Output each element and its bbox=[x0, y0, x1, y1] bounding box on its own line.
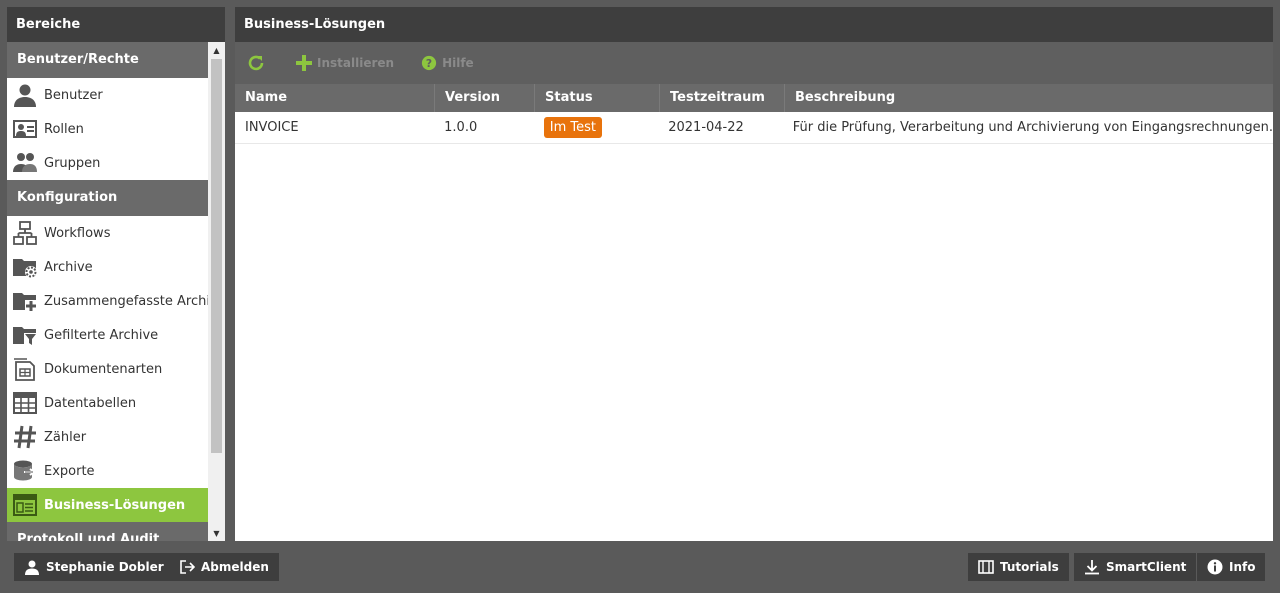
nav-item-gefilterte-archive[interactable]: Gefilterte Archive bbox=[7, 318, 208, 352]
nav-item-label: Zähler bbox=[44, 429, 87, 445]
section-header-config[interactable]: Konfiguration bbox=[7, 180, 208, 216]
info-label: Info bbox=[1229, 560, 1256, 574]
database-export-icon bbox=[12, 458, 38, 484]
nav-item-label: Datentabellen bbox=[44, 395, 137, 411]
help-button[interactable]: ? Hilfe bbox=[420, 54, 474, 72]
main-panel: Business-Lösungen Installieren ? Hilfe N… bbox=[235, 7, 1273, 541]
nav-item-label: Gefilterte Archive bbox=[44, 327, 159, 343]
info-icon bbox=[1207, 559, 1223, 575]
nav-item-datentabellen[interactable]: Datentabellen bbox=[7, 386, 208, 420]
smartclient-label: SmartClient bbox=[1106, 560, 1187, 574]
nav-item-exporte[interactable]: Exporte bbox=[7, 454, 208, 488]
cell-status: Im Test bbox=[534, 117, 658, 138]
document-types-icon bbox=[12, 356, 38, 382]
folder-plus-icon bbox=[12, 288, 38, 314]
svg-text:?: ? bbox=[426, 57, 432, 70]
help-label: Hilfe bbox=[442, 56, 474, 70]
nav-item-label: Benutzer bbox=[44, 87, 103, 103]
folder-gear-icon bbox=[12, 254, 38, 280]
business-solution-icon bbox=[12, 492, 38, 518]
logout-button[interactable]: Abmelden bbox=[169, 553, 279, 581]
column-header-name[interactable]: Name bbox=[235, 84, 435, 112]
refresh-icon bbox=[247, 54, 265, 72]
cell-version: 1.0.0 bbox=[444, 120, 478, 135]
nav-item-dokumentenarten[interactable]: Dokumentenarten bbox=[7, 352, 208, 386]
nav-item-gruppen[interactable]: Gruppen bbox=[7, 146, 208, 180]
logout-icon bbox=[179, 559, 195, 575]
table-row[interactable]: INVOICE 1.0.0 Im Test 2021-04-22 Für die… bbox=[235, 112, 1273, 144]
left-panel-title: Bereiche bbox=[7, 7, 225, 42]
nav-item-label: Zusammengefasste Archive bbox=[44, 293, 208, 309]
toolbar: Installieren ? Hilfe bbox=[235, 42, 1273, 84]
nav-item-label: Archive bbox=[44, 259, 93, 275]
cell-name: INVOICE bbox=[245, 120, 299, 135]
download-icon bbox=[1084, 559, 1100, 575]
logout-label: Abmelden bbox=[201, 560, 269, 574]
smartclient-button[interactable]: SmartClient bbox=[1074, 553, 1197, 581]
user-icon bbox=[12, 82, 38, 108]
section-header-next[interactable]: Protokoll und Audit bbox=[7, 522, 208, 541]
column-header-version[interactable]: Version bbox=[435, 84, 535, 112]
help-icon: ? bbox=[420, 54, 438, 72]
scroll-up-icon[interactable]: ▲ bbox=[208, 42, 225, 58]
film-icon bbox=[978, 559, 994, 575]
info-button[interactable]: Info bbox=[1197, 553, 1266, 581]
hash-icon bbox=[12, 424, 38, 450]
scroll-down-icon[interactable]: ▼ bbox=[208, 525, 225, 541]
section-header-users[interactable]: Benutzer/Rechte bbox=[7, 42, 208, 78]
nav-list: Benutzer/Rechte Benutzer Rollen Gruppen … bbox=[7, 42, 208, 541]
page-title: Business-Lösungen bbox=[235, 7, 1273, 42]
nav-item-label: Workflows bbox=[44, 225, 111, 241]
nav-item-benutzer[interactable]: Benutzer bbox=[7, 78, 208, 112]
table-icon bbox=[12, 390, 38, 416]
refresh-button[interactable] bbox=[247, 54, 269, 72]
nav-item-label: Exporte bbox=[44, 463, 95, 479]
cell-beschreibung: Für die Prüfung, Verarbeitung und Archiv… bbox=[792, 120, 1273, 135]
group-icon bbox=[12, 150, 38, 176]
nav-item-label: Business-Lösungen bbox=[44, 497, 186, 513]
nav-item-zusammengefasste-archive[interactable]: Zusammengefasste Archive bbox=[7, 284, 208, 318]
user-name: Stephanie Dobler bbox=[46, 560, 164, 574]
tutorials-label: Tutorials bbox=[1000, 560, 1059, 574]
column-header-testzeitraum[interactable]: Testzeitraum bbox=[660, 84, 785, 112]
nav-item-workflows[interactable]: Workflows bbox=[7, 216, 208, 250]
workflow-icon bbox=[12, 220, 38, 246]
nav-item-zaehler[interactable]: Zähler bbox=[7, 420, 208, 454]
role-card-icon bbox=[12, 116, 38, 142]
column-header-beschreibung[interactable]: Beschreibung bbox=[785, 84, 1273, 112]
nav-item-business-loesungen[interactable]: Business-Lösungen bbox=[7, 488, 208, 522]
install-button[interactable]: Installieren bbox=[295, 54, 394, 72]
user-button[interactable]: Stephanie Dobler bbox=[14, 553, 174, 581]
tutorials-button[interactable]: Tutorials bbox=[968, 553, 1069, 581]
nav-item-label: Gruppen bbox=[44, 155, 101, 171]
plus-icon bbox=[295, 54, 313, 72]
left-panel: Bereiche Benutzer/Rechte Benutzer Rollen… bbox=[7, 7, 225, 541]
nav-item-rollen[interactable]: Rollen bbox=[7, 112, 208, 146]
install-label: Installieren bbox=[317, 56, 395, 70]
column-header-status[interactable]: Status bbox=[535, 84, 660, 112]
user-icon bbox=[24, 559, 40, 575]
nav-item-label: Dokumentenarten bbox=[44, 361, 163, 377]
nav-item-label: Rollen bbox=[44, 121, 84, 137]
folder-filter-icon bbox=[12, 322, 38, 348]
scroll-thumb[interactable] bbox=[211, 59, 222, 453]
table-header: Name Version Status Testzeitraum Beschre… bbox=[235, 84, 1273, 112]
nav-scrollbar[interactable]: ▲ ▼ bbox=[208, 42, 225, 541]
nav-item-archive[interactable]: Archive bbox=[7, 250, 208, 284]
cell-testzeitraum: 2021-04-22 bbox=[668, 120, 744, 135]
status-badge: Im Test bbox=[543, 117, 602, 138]
